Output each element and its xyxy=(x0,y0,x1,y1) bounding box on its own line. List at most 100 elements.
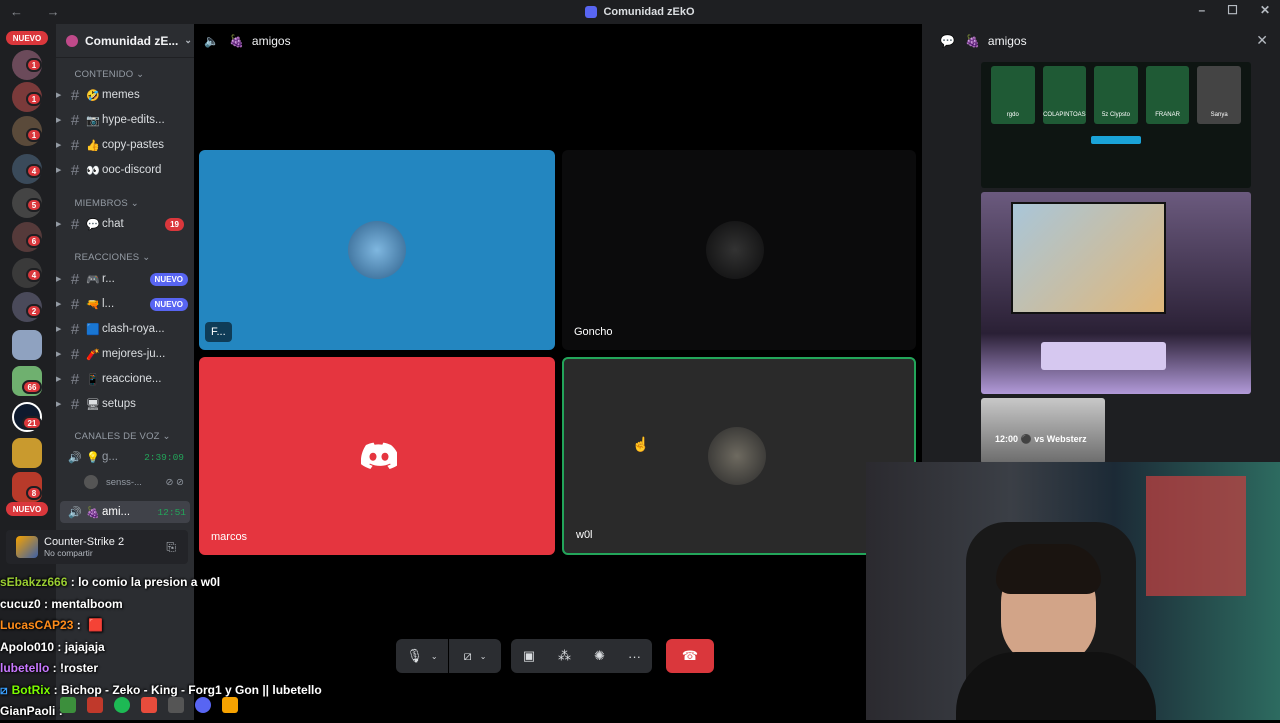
soundboard-icon: ✺ xyxy=(594,648,605,663)
chat-bubble-icon: 💬 xyxy=(940,34,955,48)
channel-label: reaccione... xyxy=(102,373,162,385)
emote-icon: 🟥 xyxy=(88,618,103,632)
chat-message: !roster xyxy=(60,661,99,675)
channel-setups[interactable]: ▶ # 🖥 setups xyxy=(56,393,194,415)
stream-thumbnail[interactable] xyxy=(981,192,1251,394)
chat-message: lo comio la presion a w0l xyxy=(78,575,221,589)
text-channel-icon: # xyxy=(70,161,80,179)
ready-button xyxy=(1091,136,1141,144)
deafened-icon: ⊘ ⊘ xyxy=(165,476,184,488)
mute-button[interactable]: 🎙 ⌄ xyxy=(396,639,448,673)
disconnect-button[interactable]: ☎ xyxy=(666,639,714,673)
server-header[interactable]: Comunidad zE... ⌄ xyxy=(56,24,194,58)
text-channel-icon: # xyxy=(70,111,80,129)
mention-badge: 21 xyxy=(22,416,42,430)
speaker-icon: 🔊 xyxy=(68,451,82,464)
channel-mejores-ju[interactable]: ▶ # 🧨 mejores-ju... xyxy=(56,343,194,365)
text-channel-icon: # xyxy=(70,215,80,233)
window-title: Comunidad zEkO xyxy=(603,6,695,18)
new-badge: NUEVO xyxy=(6,502,48,516)
stream-thumbnail[interactable]: rgdo COLAPINTOAS 5z Clypsto FRANAR Sanya xyxy=(981,62,1251,188)
channel-emoji: 📷 xyxy=(86,114,100,127)
channel-reacciones[interactable]: ▶ # 📱 reaccione... xyxy=(56,368,194,390)
mention-badge: 6 xyxy=(26,234,42,248)
chat-line: lubetello : !roster xyxy=(0,661,99,675)
text-channel-icon: # xyxy=(70,370,80,388)
camera-button[interactable]: ⧄ ⌄ xyxy=(449,639,501,673)
category-reacciones[interactable]: REACCIONES ⌄ xyxy=(66,252,151,263)
activities-button[interactable]: ⁂ xyxy=(547,639,582,673)
chevron-down-icon: ⌄ xyxy=(479,651,487,661)
window-controls: – ☐ ✕ xyxy=(1198,3,1270,17)
voice-channel-g[interactable]: 🔊 💡 g... 2:39:09 xyxy=(56,446,194,468)
title-bar: ← → Comunidad zEkO – ☐ ✕ xyxy=(0,0,1280,24)
server-icon[interactable] xyxy=(12,438,42,468)
close-icon[interactable]: ✕ xyxy=(1256,32,1268,49)
thumbnail-label: 12:00 ⚫ vs Websterz xyxy=(995,434,1087,444)
voice-user-row[interactable]: senss-... ⊘ ⊘ xyxy=(56,471,194,493)
participant-tile[interactable]: Goncho xyxy=(562,150,916,350)
speaker-icon: 🔊 xyxy=(68,506,82,519)
mention-badge: 66 xyxy=(22,380,42,394)
chat-line: LucasCAP23 : 🟥 xyxy=(0,618,103,632)
chrome-icon[interactable] xyxy=(60,697,76,713)
app-icon[interactable] xyxy=(141,697,157,713)
channel-copy-pastes[interactable]: ▶ # 👍 copy-pastes xyxy=(56,134,194,156)
participant-tile[interactable]: F... xyxy=(199,150,555,350)
minimize-button[interactable]: – xyxy=(1198,3,1205,17)
participant-tile-speaking[interactable]: w0l xyxy=(562,357,916,555)
category-contenido[interactable]: CONTENIDO ⌄ xyxy=(66,69,145,80)
channel-ooc-discord[interactable]: ▶ # 👀 ooc-discord xyxy=(56,159,194,181)
player-card: FRANAR xyxy=(1145,66,1190,124)
category-miembros[interactable]: MIEMBROS ⌄ xyxy=(66,198,139,209)
side-panel-header: 💬 🍇 amigos xyxy=(940,34,1027,48)
chevron-down-icon: ⌄ xyxy=(184,35,192,45)
channel-r[interactable]: ▶ # 🎮 r... NUEVO xyxy=(56,268,194,290)
caret-icon: ▶ xyxy=(56,221,62,228)
close-button[interactable]: ✕ xyxy=(1260,3,1270,17)
channel-l[interactable]: ▶ # 🔫 l... NUEVO xyxy=(56,293,194,315)
discord-icon[interactable] xyxy=(195,697,211,713)
server-icon[interactable] xyxy=(12,330,42,360)
poster-image xyxy=(1146,476,1246,596)
voice-channel-amigos[interactable]: 🔊 🍇 ami... 12:51 xyxy=(60,501,190,523)
maximize-button[interactable]: ☐ xyxy=(1227,3,1238,17)
category-voz[interactable]: CANALES DE VOZ ⌄ xyxy=(66,431,171,442)
participant-tile[interactable]: marcos xyxy=(199,357,555,555)
chat-message: jajajaja xyxy=(64,639,105,654)
app-icon[interactable] xyxy=(87,697,103,713)
new-badge: NUEVO xyxy=(149,297,188,311)
discord-icon xyxy=(585,6,598,18)
channel-memes[interactable]: ▶ # 🤣 memes xyxy=(56,84,194,106)
counter-strike-icon[interactable] xyxy=(222,697,238,713)
soundboard-button[interactable]: ✺ xyxy=(582,639,617,673)
mention-badge: 8 xyxy=(26,486,42,500)
stream-thumbnail[interactable]: 12:00 ⚫ vs Websterz xyxy=(981,398,1105,464)
camera-off-icon: ⧄ xyxy=(463,648,472,663)
chat-message: mentalboom xyxy=(51,596,123,611)
share-screen-icon[interactable]: ⎘ xyxy=(166,540,176,555)
avatar xyxy=(84,475,98,489)
voice-user-name: senss-... xyxy=(106,476,142,488)
channel-emoji: 🎮 xyxy=(86,273,100,286)
stage-channel-name: amigos xyxy=(251,34,291,48)
app-icon[interactable] xyxy=(168,697,184,713)
keyboard-image xyxy=(1041,342,1166,370)
screen-share-button[interactable]: ▣ xyxy=(511,639,547,673)
channel-chat[interactable]: ▶ # 💬 chat 19 xyxy=(56,213,194,235)
grape-icon: 🍇 xyxy=(228,34,244,48)
chat-user: sEbakzz666 xyxy=(0,575,68,589)
chat-user: BotRix xyxy=(11,682,51,697)
channel-clash-royale[interactable]: ▶ # 🟦 clash-roya... xyxy=(56,318,194,340)
channel-label: hype-edits... xyxy=(102,114,165,126)
channel-hype-edits[interactable]: ▶ # 📷 hype-edits... xyxy=(56,109,194,131)
new-badge: NUEVO xyxy=(6,31,48,45)
chat-user: lubetello xyxy=(0,661,50,675)
participant-name: Goncho xyxy=(574,326,613,338)
microphone-icon: 🎙 xyxy=(406,648,423,663)
nav-arrows[interactable]: ← → xyxy=(10,4,70,19)
chat-line: cucuz0 : mentalboom xyxy=(0,596,123,611)
spotify-icon[interactable] xyxy=(114,697,130,713)
more-button[interactable]: ··· xyxy=(617,639,652,673)
voice-timer: 2:39:09 xyxy=(144,451,184,463)
